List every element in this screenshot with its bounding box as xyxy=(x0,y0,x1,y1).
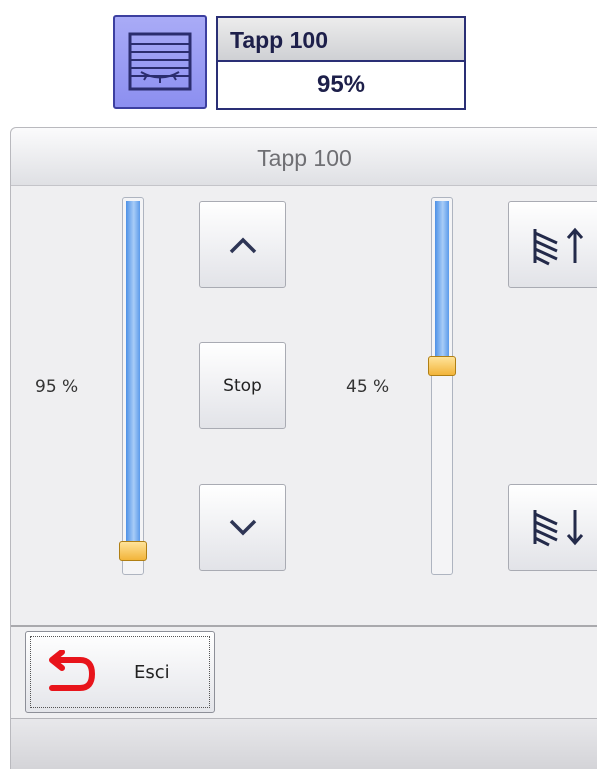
stop-button[interactable]: Stop xyxy=(199,342,286,429)
tilt-slider[interactable] xyxy=(428,197,456,575)
blind-status-tile[interactable]: Tapp 100 95% xyxy=(216,16,466,110)
tilt-slider-thumb[interactable] xyxy=(428,356,456,376)
tilt-down-button[interactable] xyxy=(508,484,597,571)
position-slider-thumb[interactable] xyxy=(119,541,147,561)
window-footer xyxy=(11,718,597,769)
position-slider-fill xyxy=(126,201,140,553)
chevron-down-icon xyxy=(229,519,256,535)
window-titlebar: Tapp 100 xyxy=(11,128,597,186)
exit-button-label: Esci xyxy=(134,662,170,683)
window-title: Tapp 100 xyxy=(257,145,352,171)
blind-window-icon xyxy=(128,32,192,91)
tile-value: 95% xyxy=(316,71,366,98)
down-button[interactable] xyxy=(199,484,286,571)
blind-tile-icon-button[interactable] xyxy=(113,15,207,109)
position-slider[interactable] xyxy=(119,197,147,575)
slats-tilt-up-icon xyxy=(533,227,584,265)
position-percent-label: 95 % xyxy=(35,377,79,397)
up-button[interactable] xyxy=(199,201,286,288)
tile-title: Tapp 100 xyxy=(218,18,464,62)
return-arrow-icon xyxy=(49,650,96,691)
tilt-slider-fill xyxy=(435,201,449,368)
tilt-percent-label: 45 % xyxy=(346,377,390,397)
chevron-up-icon xyxy=(229,237,256,253)
tilt-up-button[interactable] xyxy=(508,201,597,288)
exit-button[interactable]: Esci xyxy=(25,631,215,713)
blind-control-window: Tapp 100 95 % Stop 45 % Esci xyxy=(10,127,597,769)
slats-tilt-down-icon xyxy=(533,509,584,546)
stop-button-label: Stop xyxy=(223,375,262,396)
bottom-separator xyxy=(11,625,597,627)
